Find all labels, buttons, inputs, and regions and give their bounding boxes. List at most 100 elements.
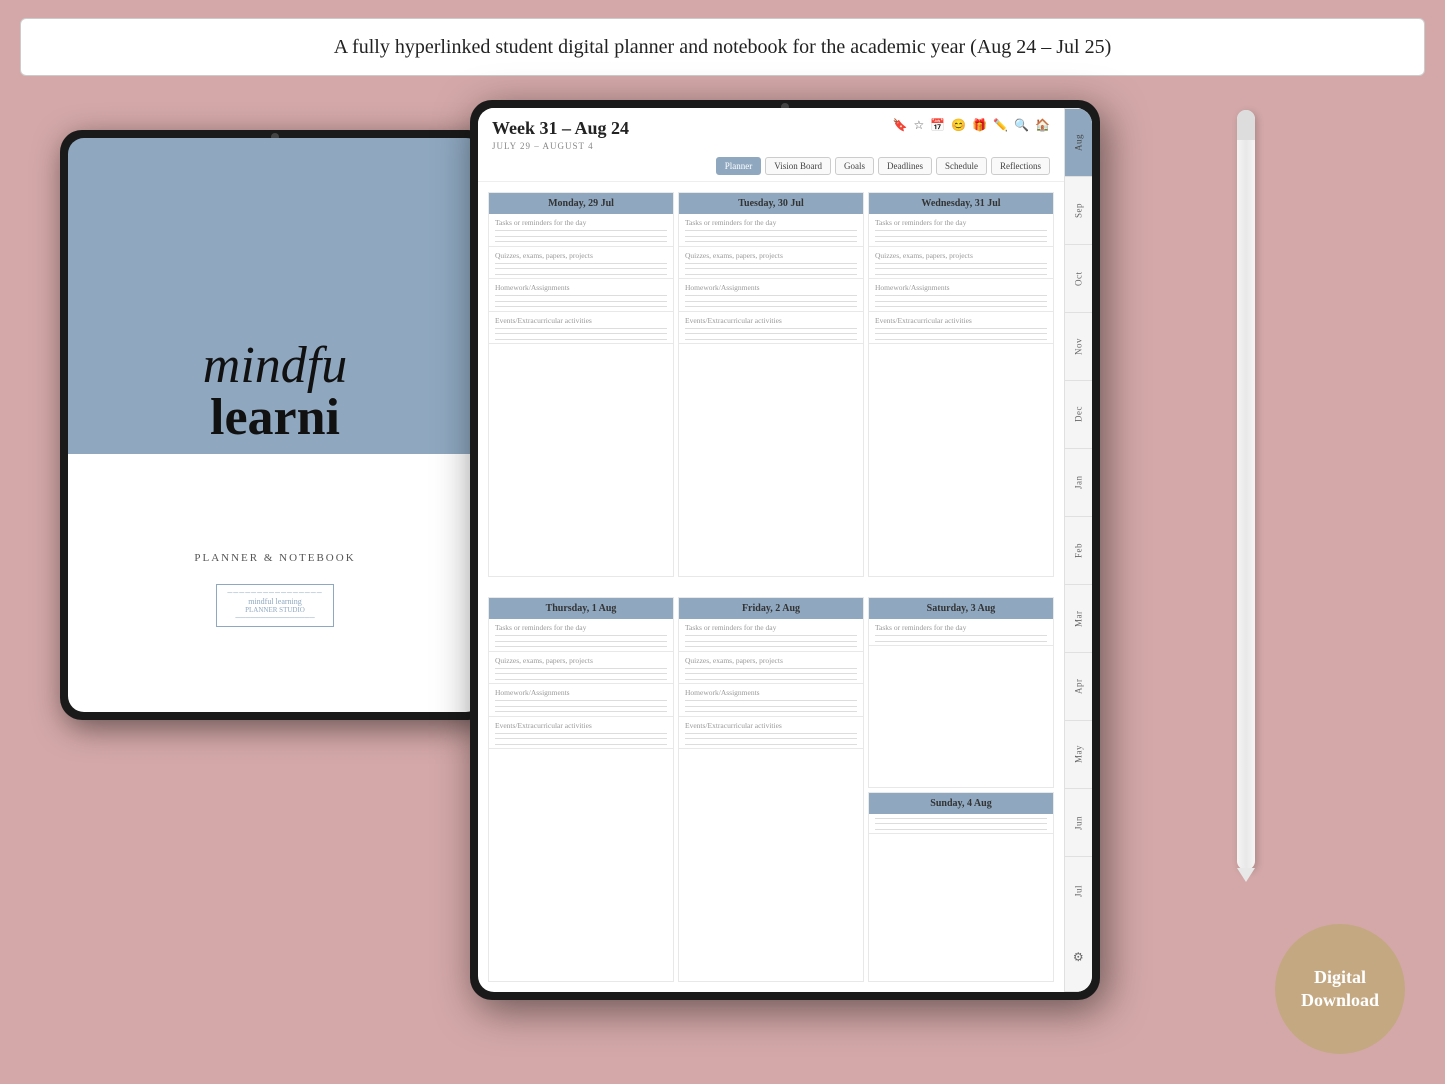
- saturday-tasks: Tasks or reminders for the day: [869, 619, 1053, 646]
- icon-calendar[interactable]: 📅: [930, 118, 945, 133]
- planner-nav-tabs: Planner Vision Board Goals Deadlines Sch…: [492, 157, 1050, 175]
- month-tab-jan[interactable]: Jan: [1065, 448, 1092, 516]
- icon-search[interactable]: 🔍: [1014, 118, 1029, 133]
- day-header-tuesday: Tuesday, 30 Jul: [679, 193, 863, 214]
- cover-subtitle: PLANNER & NOTEBOOK: [194, 552, 355, 564]
- month-tab-nov[interactable]: Nov: [1065, 312, 1092, 380]
- day-header-wednesday: Wednesday, 31 Jul: [869, 193, 1053, 214]
- pencil-tip: [1237, 868, 1255, 882]
- week-title: Week 31 – Aug 24: [492, 118, 629, 139]
- month-sidebar: Aug Sep Oct Nov Dec Jan Feb Mar Apr May …: [1064, 108, 1092, 992]
- tab-vision-board[interactable]: Vision Board: [765, 157, 831, 175]
- cover-title-learning: learni: [203, 392, 347, 444]
- day-col-wednesday: Wednesday, 31 Jul Tasks or reminders for…: [868, 192, 1054, 577]
- thursday-events-label: Events/Extracurricular activities: [495, 721, 667, 730]
- apple-pencil: [1237, 110, 1255, 870]
- tablet-left: mindfu learni PLANNER & NOTEBOOK ───────…: [60, 130, 490, 720]
- gear-settings[interactable]: ⚙: [1065, 924, 1092, 992]
- thursday-quizzes: Quizzes, exams, papers, projects: [489, 652, 673, 685]
- tuesday-quizzes: Quizzes, exams, papers, projects: [679, 247, 863, 280]
- monday-hw-lines: [495, 295, 667, 307]
- friday-homework-label: Homework/Assignments: [685, 688, 857, 697]
- thursday-homework: Homework/Assignments: [489, 684, 673, 717]
- tab-planner[interactable]: Planner: [716, 157, 762, 175]
- month-tab-sep[interactable]: Sep: [1065, 176, 1092, 244]
- month-tab-oct[interactable]: Oct: [1065, 244, 1092, 312]
- friday-homework: Homework/Assignments: [679, 684, 863, 717]
- tab-reflections[interactable]: Reflections: [991, 157, 1050, 175]
- month-tab-mar[interactable]: Mar: [1065, 584, 1092, 652]
- wednesday-quizzes: Quizzes, exams, papers, projects: [869, 247, 1053, 280]
- monday-homework-label: Homework/Assignments: [495, 283, 667, 292]
- icon-smiley[interactable]: 😊: [951, 118, 966, 133]
- month-tab-feb[interactable]: Feb: [1065, 516, 1092, 584]
- day-header-sunday: Sunday, 4 Aug: [869, 793, 1053, 814]
- tuesday-tasks-label: Tasks or reminders for the day: [685, 218, 857, 227]
- week-dates: JULY 29 – AUGUST 4: [492, 141, 629, 151]
- wednesday-events-label: Events/Extracurricular activities: [875, 316, 1047, 325]
- month-tab-jul[interactable]: Jul: [1065, 856, 1092, 924]
- sat-sun-column: Saturday, 3 Aug Tasks or reminders for t…: [868, 597, 1054, 982]
- day-col-saturday: Saturday, 3 Aug Tasks or reminders for t…: [868, 597, 1054, 788]
- month-tab-dec[interactable]: Dec: [1065, 380, 1092, 448]
- thursday-events: Events/Extracurricular activities: [489, 717, 673, 750]
- right-tablet-inner: Week 31 – Aug 24 JULY 29 – AUGUST 4 🔖 ☆ …: [478, 108, 1092, 992]
- cover-top: mindfu learni: [68, 138, 482, 454]
- planner-icons: 🔖 ☆ 📅 😊 🎁 ✏️ 🔍 🏠: [893, 118, 1050, 133]
- wednesday-homework-label: Homework/Assignments: [875, 283, 1047, 292]
- cover-title-mindful: mindfu: [203, 340, 347, 392]
- digital-download-line2: Download: [1301, 990, 1379, 1010]
- day-col-sunday: Sunday, 4 Aug: [868, 792, 1054, 983]
- day-header-friday: Friday, 2 Aug: [679, 598, 863, 619]
- cover-logo: ──────────────── mindful learning PLANNE…: [216, 584, 333, 627]
- header-banner: A fully hyperlinked student digital plan…: [20, 18, 1425, 76]
- wednesday-events: Events/Extracurricular activities: [869, 312, 1053, 345]
- digital-download-text: Digital Download: [1301, 966, 1379, 1013]
- thursday-tasks-label: Tasks or reminders for the day: [495, 623, 667, 632]
- left-tablet-inner: mindfu learni PLANNER & NOTEBOOK ───────…: [68, 138, 482, 712]
- monday-tasks-lines: [495, 230, 667, 242]
- sunday-content: [869, 814, 1053, 835]
- tuesday-events-label: Events/Extracurricular activities: [685, 316, 857, 325]
- monday-events: Events/Extracurricular activities: [489, 312, 673, 345]
- day-col-friday: Friday, 2 Aug Tasks or reminders for the…: [678, 597, 864, 982]
- icon-star[interactable]: ☆: [914, 118, 925, 133]
- wednesday-tasks: Tasks or reminders for the day: [869, 214, 1053, 247]
- wednesday-tasks-label: Tasks or reminders for the day: [875, 218, 1047, 227]
- thursday-tasks: Tasks or reminders for the day: [489, 619, 673, 652]
- icon-edit[interactable]: ✏️: [993, 118, 1008, 133]
- tuesday-homework-label: Homework/Assignments: [685, 283, 857, 292]
- day-col-monday: Monday, 29 Jul Tasks or reminders for th…: [488, 192, 674, 577]
- month-tab-aug[interactable]: Aug: [1065, 108, 1092, 176]
- monday-events-label: Events/Extracurricular activities: [495, 316, 667, 325]
- tuesday-quizzes-label: Quizzes, exams, papers, projects: [685, 251, 857, 260]
- tab-schedule[interactable]: Schedule: [936, 157, 987, 175]
- planner-main: Week 31 – Aug 24 JULY 29 – AUGUST 4 🔖 ☆ …: [478, 108, 1064, 992]
- tuesday-tasks: Tasks or reminders for the day: [679, 214, 863, 247]
- monday-quizzes-lines: [495, 263, 667, 275]
- monday-tasks-label: Tasks or reminders for the day: [495, 218, 667, 227]
- monday-quizzes-label: Quizzes, exams, papers, projects: [495, 251, 667, 260]
- friday-events-label: Events/Extracurricular activities: [685, 721, 857, 730]
- planner-header-top: Week 31 – Aug 24 JULY 29 – AUGUST 4 🔖 ☆ …: [492, 118, 1050, 151]
- planner-grid-top: Monday, 29 Jul Tasks or reminders for th…: [478, 182, 1064, 587]
- wednesday-homework: Homework/Assignments: [869, 279, 1053, 312]
- icon-home[interactable]: 🏠: [1035, 118, 1050, 133]
- tab-deadlines[interactable]: Deadlines: [878, 157, 932, 175]
- digital-download-line1: Digital: [1314, 967, 1366, 987]
- planner-grid-bottom: Thursday, 1 Aug Tasks or reminders for t…: [478, 587, 1064, 992]
- month-tab-jun[interactable]: Jun: [1065, 788, 1092, 856]
- friday-events: Events/Extracurricular activities: [679, 717, 863, 750]
- tab-goals[interactable]: Goals: [835, 157, 874, 175]
- icon-bookmark[interactable]: 🔖: [893, 118, 908, 133]
- month-tab-apr[interactable]: Apr: [1065, 652, 1092, 720]
- month-tab-may[interactable]: May: [1065, 720, 1092, 788]
- day-col-tuesday: Tuesday, 30 Jul Tasks or reminders for t…: [678, 192, 864, 577]
- monday-events-lines: [495, 328, 667, 340]
- thursday-quizzes-label: Quizzes, exams, papers, projects: [495, 656, 667, 665]
- icon-gift[interactable]: 🎁: [972, 118, 987, 133]
- monday-tasks: Tasks or reminders for the day: [489, 214, 673, 247]
- week-info: Week 31 – Aug 24 JULY 29 – AUGUST 4: [492, 118, 629, 151]
- monday-homework: Homework/Assignments: [489, 279, 673, 312]
- tuesday-events: Events/Extracurricular activities: [679, 312, 863, 345]
